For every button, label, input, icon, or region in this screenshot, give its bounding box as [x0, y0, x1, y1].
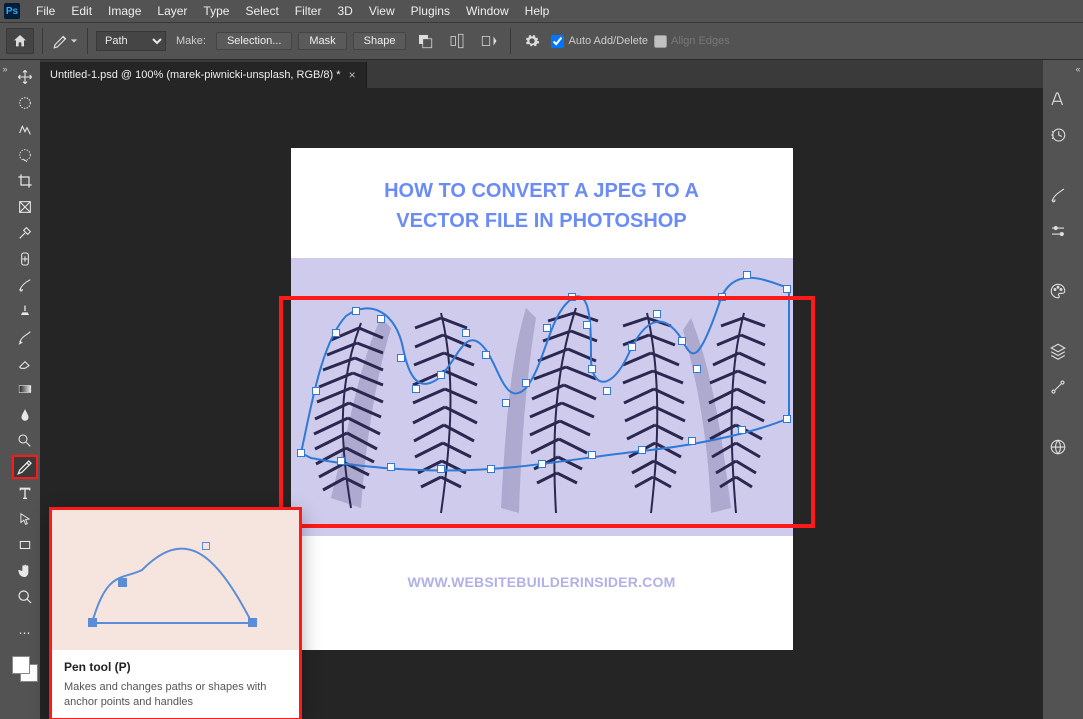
panel-adjustments-icon[interactable] [1047, 220, 1069, 242]
menu-type[interactable]: Type [195, 4, 237, 18]
eyedropper-tool[interactable] [13, 222, 37, 244]
align-edges-input [654, 35, 667, 48]
chevron-down-icon [70, 37, 78, 45]
path-alignment-button[interactable] [444, 30, 470, 52]
crop-tool[interactable] [13, 170, 37, 192]
expand-icon: » [2, 64, 7, 719]
align-edges-checkbox: Align Edges [654, 35, 730, 48]
quick-select-tool[interactable] [13, 144, 37, 166]
menu-3d[interactable]: 3D [329, 4, 360, 18]
align-icon [448, 32, 466, 50]
panel-character-icon[interactable] [1047, 88, 1069, 110]
tools-panel: ⋯ [10, 60, 40, 719]
path-operations-button[interactable] [412, 30, 438, 52]
gear-button[interactable] [519, 30, 545, 52]
options-bar: Path Make: Selection... Mask Shape Auto … [0, 22, 1083, 60]
make-shape-button[interactable]: Shape [353, 32, 407, 50]
close-icon[interactable]: × [349, 68, 356, 82]
move-tool[interactable] [13, 66, 37, 88]
rectangle-tool[interactable] [13, 534, 37, 556]
dodge-tool[interactable] [13, 430, 37, 452]
edit-toolbar-button[interactable]: ⋯ [13, 622, 37, 644]
pen-icon [52, 32, 70, 50]
pen-mode-select[interactable]: Path [96, 31, 166, 51]
gradient-tool[interactable] [13, 378, 37, 400]
home-button[interactable] [6, 28, 34, 54]
healing-brush-tool[interactable] [13, 248, 37, 270]
app-logo: Ps [4, 3, 20, 19]
frame-tool[interactable] [13, 196, 37, 218]
pen-tool[interactable] [13, 456, 37, 478]
panel-color-icon[interactable] [1047, 280, 1069, 302]
home-icon [12, 33, 28, 49]
canvas-footer-url: WWW.WEBSITEBUILDERINSIDER.COM [291, 574, 793, 590]
document-tabbar: Untitled-1.psd @ 100% (marek-piwnicki-un… [40, 60, 1043, 88]
pen-tool-tooltip: Pen tool (P) Makes and changes paths or … [49, 507, 302, 719]
auto-add-delete-label: Auto Add/Delete [568, 35, 648, 47]
eraser-tool[interactable] [13, 352, 37, 374]
menu-select[interactable]: Select [237, 4, 286, 18]
tool-preset-picker[interactable] [51, 30, 79, 52]
path-selection-tool[interactable] [13, 508, 37, 530]
menu-filter[interactable]: Filter [287, 4, 330, 18]
tooltip-body: Makes and changes paths or shapes with a… [64, 680, 287, 710]
marquee-tool[interactable] [13, 92, 37, 114]
right-gutter[interactable]: « [1073, 60, 1083, 719]
clone-stamp-tool[interactable] [13, 300, 37, 322]
color-swatches[interactable] [12, 656, 38, 682]
make-label: Make: [176, 35, 206, 47]
zoom-tool[interactable] [13, 586, 37, 608]
expand-icon: « [1075, 64, 1080, 719]
lasso-tool[interactable] [13, 118, 37, 140]
foreground-color-swatch[interactable] [12, 656, 30, 674]
path-arrangement-button[interactable] [476, 30, 502, 52]
annotation-red-box-canvas [279, 296, 815, 528]
make-mask-button[interactable]: Mask [298, 32, 346, 50]
blur-tool[interactable] [13, 404, 37, 426]
history-brush-tool[interactable] [13, 326, 37, 348]
path-ops-icon [416, 32, 434, 50]
hand-tool[interactable] [13, 560, 37, 582]
menu-view[interactable]: View [361, 4, 403, 18]
panel-layers-icon[interactable] [1047, 340, 1069, 362]
type-tool[interactable] [13, 482, 37, 504]
panel-paths-icon[interactable] [1047, 376, 1069, 398]
menu-window[interactable]: Window [458, 4, 517, 18]
menu-file[interactable]: File [28, 4, 63, 18]
tooltip-title: Pen tool (P) [64, 660, 287, 674]
arrange-icon [480, 32, 498, 50]
gear-icon [524, 33, 540, 49]
left-gutter[interactable]: » [0, 60, 10, 719]
menu-bar: Ps File Edit Image Layer Type Select Fil… [0, 0, 1083, 22]
auto-add-delete-checkbox[interactable]: Auto Add/Delete [551, 35, 648, 48]
menu-plugins[interactable]: Plugins [403, 4, 458, 18]
menu-image[interactable]: Image [100, 4, 149, 18]
align-edges-label: Align Edges [671, 35, 730, 47]
canvas-title: HOW TO CONVERT A JPEG TO A VECTOR FILE I… [291, 148, 793, 236]
menu-layer[interactable]: Layer [149, 4, 195, 18]
panel-libraries-icon[interactable] [1047, 436, 1069, 458]
canvas[interactable]: HOW TO CONVERT A JPEG TO A VECTOR FILE I… [291, 148, 793, 650]
auto-add-delete-input[interactable] [551, 35, 564, 48]
make-selection-button[interactable]: Selection... [216, 32, 292, 50]
brush-tool[interactable] [13, 274, 37, 296]
document-tab-title: Untitled-1.psd @ 100% (marek-piwnicki-un… [50, 69, 341, 81]
panel-brushes-icon[interactable] [1047, 184, 1069, 206]
panel-history-icon[interactable] [1047, 124, 1069, 146]
tooltip-preview [52, 510, 299, 650]
menu-edit[interactable]: Edit [63, 4, 100, 18]
right-panels [1043, 60, 1073, 719]
document-tab[interactable]: Untitled-1.psd @ 100% (marek-piwnicki-un… [40, 62, 367, 88]
menu-help[interactable]: Help [517, 4, 558, 18]
